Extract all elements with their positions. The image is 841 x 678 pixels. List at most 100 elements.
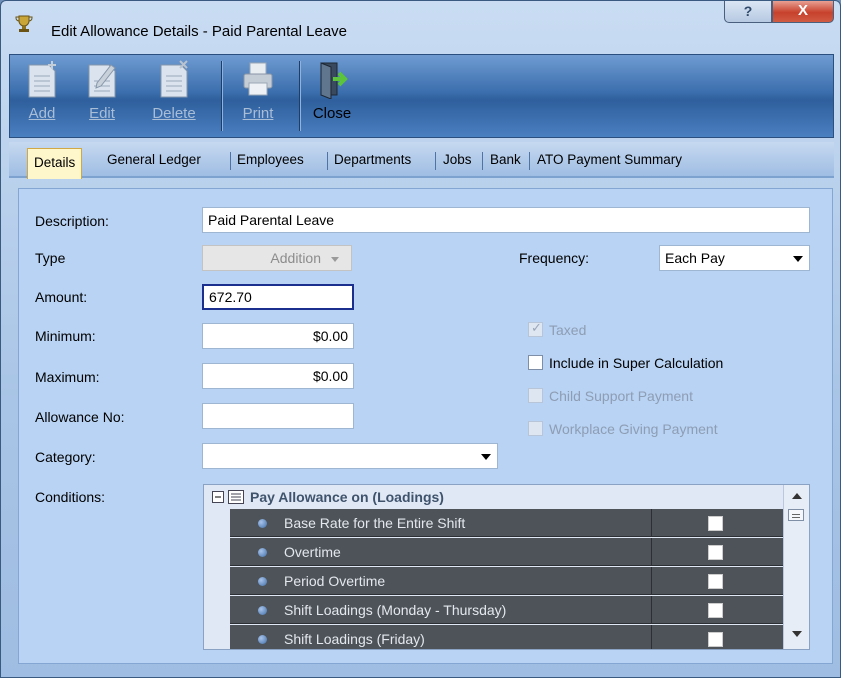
child-support-checkbox[interactable]: Child Support Payment <box>528 388 693 404</box>
type-label: Type <box>35 250 66 266</box>
amount-label: Amount: <box>35 289 88 305</box>
include-super-label: Include in Super Calculation <box>549 355 724 371</box>
bullet-icon <box>258 577 267 586</box>
condition-label: Period Overtime <box>284 573 386 589</box>
condition-label: Shift Loadings (Monday - Thursday) <box>284 602 507 618</box>
condition-checkbox[interactable] <box>708 545 723 560</box>
minimum-field[interactable]: $0.00 <box>202 323 354 349</box>
condition-row[interactable]: Overtime <box>230 538 784 566</box>
condition-row[interactable]: Shift Loadings (Monday - Thursday) <box>230 596 784 624</box>
conditions-grid[interactable]: Pay Allowance on (Loadings) Base Rate fo… <box>203 484 810 650</box>
chevron-down-icon[interactable] <box>477 446 495 466</box>
title-bar[interactable]: Edit Allowance Details - Paid Parental L… <box>1 1 840 43</box>
list-icon <box>228 490 244 504</box>
workplace-giving-label: Workplace Giving Payment <box>549 421 718 437</box>
amount-field[interactable]: 672.70 <box>202 284 354 310</box>
tab-details[interactable]: Details <box>27 148 83 179</box>
category-label: Category: <box>35 449 96 465</box>
toolbar: Add Edit Delete Print Close <box>9 54 834 138</box>
minimum-label: Minimum: <box>35 328 96 344</box>
group-header: Pay Allowance on (Loadings) <box>204 485 784 509</box>
delete-document-icon <box>160 60 188 98</box>
tab-employees[interactable]: Employees <box>237 152 304 167</box>
tab-separator <box>529 152 530 170</box>
workplace-giving-checkbox[interactable]: Workplace Giving Payment <box>528 421 718 437</box>
cell-separator <box>651 567 652 595</box>
edit-allowance-window: Edit Allowance Details - Paid Parental L… <box>0 0 841 678</box>
bullet-icon <box>258 519 267 528</box>
window-title: Edit Allowance Details - Paid Parental L… <box>51 23 348 40</box>
condition-checkbox[interactable] <box>708 574 723 589</box>
printer-icon <box>243 62 273 96</box>
toolbar-separator <box>299 61 300 131</box>
help-button[interactable]: ? <box>724 1 772 23</box>
include-super-checkbox[interactable]: Include in Super Calculation <box>528 355 723 371</box>
condition-label: Base Rate for the Entire Shift <box>284 515 466 531</box>
tab-general-ledger[interactable]: General Ledger <box>107 152 201 167</box>
frequency-select[interactable]: Each Pay <box>659 245 810 271</box>
tab-separator <box>482 152 483 170</box>
child-support-label: Child Support Payment <box>549 388 693 404</box>
print-label: Print <box>242 105 274 122</box>
conditions-label: Conditions: <box>35 489 106 505</box>
condition-checkbox[interactable] <box>708 632 723 647</box>
condition-checkbox[interactable] <box>708 516 723 531</box>
condition-label: Shift Loadings (Friday) <box>284 631 425 647</box>
tab-bank[interactable]: Bank <box>490 152 521 167</box>
bullet-icon <box>258 548 267 557</box>
close-label: Close <box>312 105 352 122</box>
condition-row[interactable]: Period Overtime <box>230 567 784 595</box>
bullet-icon <box>258 635 267 644</box>
print-button[interactable]: Print <box>236 59 280 122</box>
close-window-button[interactable]: X <box>772 1 834 23</box>
cell-separator <box>651 509 652 537</box>
edit-document-icon <box>88 64 116 98</box>
maximum-label: Maximum: <box>35 369 100 385</box>
description-label: Description: <box>35 213 109 229</box>
checkbox[interactable] <box>528 388 543 403</box>
exit-door-icon <box>320 62 348 99</box>
tab-ato-payment-summary[interactable]: ATO Payment Summary <box>537 152 682 167</box>
bullet-icon <box>258 606 267 615</box>
delete-button[interactable]: Delete <box>148 59 200 122</box>
description-field[interactable]: Paid Parental Leave <box>202 207 810 233</box>
group-header-title: Pay Allowance on (Loadings) <box>250 489 444 505</box>
add-label: Add <box>28 105 56 122</box>
allowance-no-field[interactable] <box>202 403 354 429</box>
frequency-label: Frequency: <box>519 250 590 266</box>
checkbox-checked[interactable] <box>528 320 543 337</box>
condition-row[interactable]: Base Rate for the Entire Shift <box>230 509 784 537</box>
scroll-down-icon[interactable] <box>792 631 802 637</box>
add-document-icon <box>28 61 56 98</box>
details-panel: Description: Paid Parental Leave Type Ad… <box>18 188 833 664</box>
vertical-scrollbar[interactable] <box>783 485 809 649</box>
tab-separator <box>435 152 436 170</box>
edit-button[interactable]: Edit <box>80 59 124 122</box>
tab-separator <box>230 152 231 170</box>
tab-departments[interactable]: Departments <box>334 152 411 167</box>
cell-separator <box>651 596 652 624</box>
checkbox[interactable] <box>528 355 543 370</box>
collapse-icon[interactable] <box>212 491 224 503</box>
trophy-icon <box>15 15 33 32</box>
chevron-down-icon[interactable] <box>789 248 807 268</box>
delete-label: Delete <box>152 105 196 122</box>
scroll-thumb[interactable] <box>788 509 804 521</box>
tab-jobs[interactable]: Jobs <box>443 152 472 167</box>
cell-separator <box>651 538 652 566</box>
allowance-no-label: Allowance No: <box>35 409 125 425</box>
frequency-value: Each Pay <box>665 250 725 266</box>
condition-label: Overtime <box>284 544 341 560</box>
condition-row[interactable]: Shift Loadings (Friday) <box>230 625 784 649</box>
taxed-checkbox[interactable]: Taxed <box>528 320 586 338</box>
close-button[interactable]: Close <box>310 59 354 122</box>
condition-checkbox[interactable] <box>708 603 723 618</box>
edit-label: Edit <box>89 105 115 122</box>
maximum-field[interactable]: $0.00 <box>202 363 354 389</box>
scroll-up-icon[interactable] <box>792 493 802 499</box>
checkbox[interactable] <box>528 421 543 436</box>
add-button[interactable]: Add <box>20 59 64 122</box>
toolbar-separator <box>221 61 222 131</box>
category-select[interactable] <box>202 443 498 469</box>
type-select[interactable]: Addition <box>202 245 352 271</box>
